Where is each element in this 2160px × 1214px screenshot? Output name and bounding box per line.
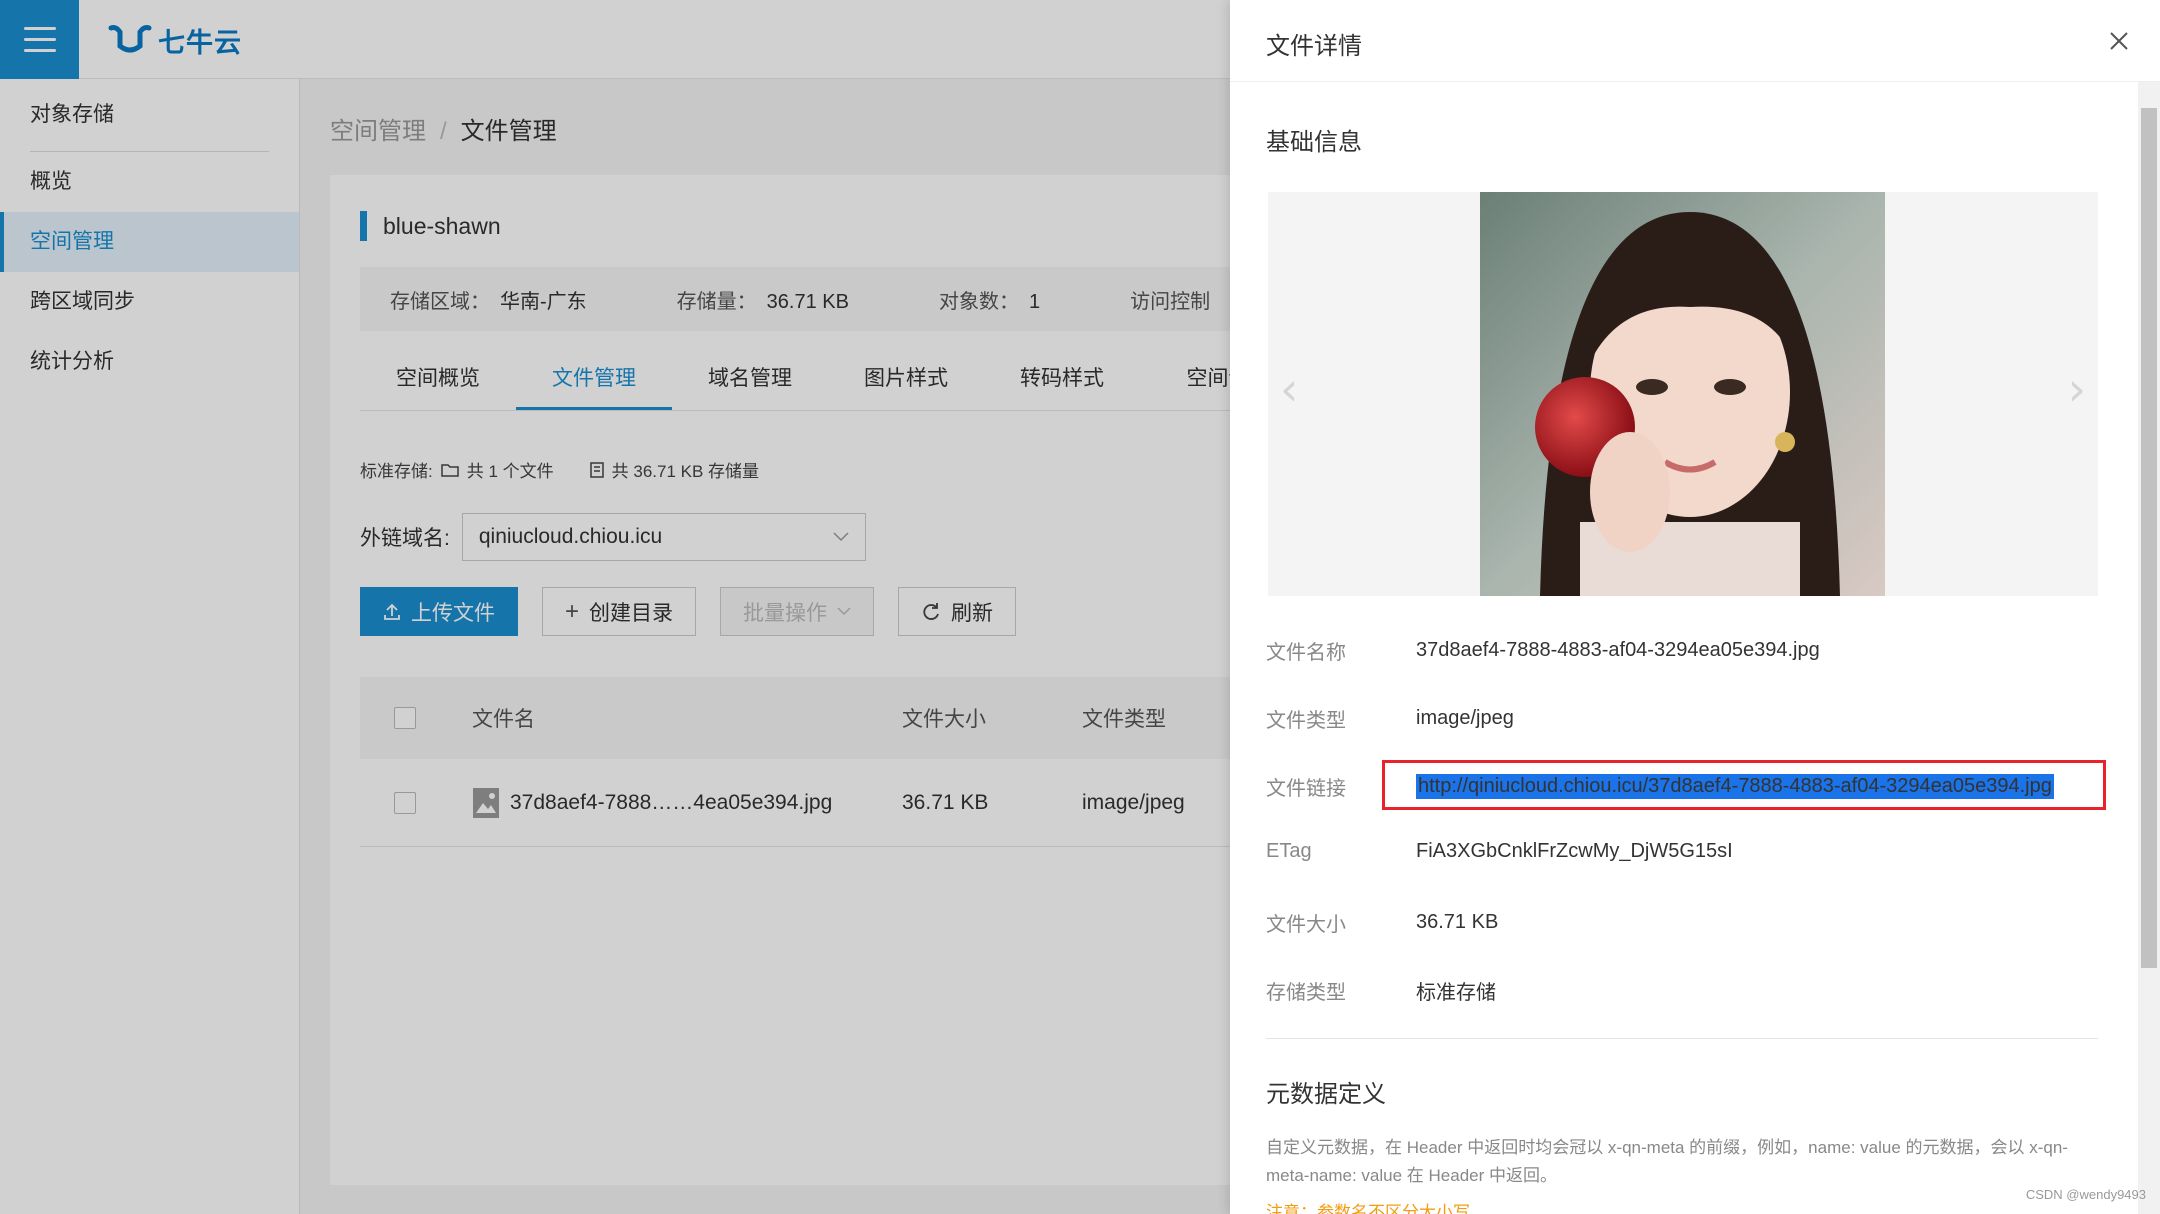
close-icon[interactable] xyxy=(2104,26,2134,56)
modal-overlay[interactable] xyxy=(0,0,1230,1214)
field-file-name: 文件名称 37d8aef4-7888-4883-af04-3294ea05e39… xyxy=(1266,639,1820,664)
chevron-left-icon[interactable]: ‹ xyxy=(1280,362,1298,416)
field-etag: ETag FiA3XGbCnklFrZcwMy_DjW5G15sI xyxy=(1266,840,1733,862)
metadata-title: 元数据定义 xyxy=(1266,1081,1386,1108)
file-details-drawer: 文件详情 ▲ 基础信息 ‹ › xyxy=(1230,0,2160,1214)
scrollbar-thumb[interactable] xyxy=(2141,108,2157,968)
preview-photo xyxy=(1480,192,1885,596)
watermark: CSDN @wendy9493 xyxy=(2025,1187,2146,1202)
metadata-note: 注意：参数名不区分大小写 xyxy=(1266,1203,1470,1214)
field-file-size: 文件大小 36.71 KB xyxy=(1266,911,1499,936)
field-storage-type: 存储类型 标准存储 xyxy=(1266,982,1496,1004)
basic-info-title: 基础信息 xyxy=(1266,129,1362,156)
image-preview: ‹ › xyxy=(1268,192,2098,596)
metadata-description: 自定义元数据，在 Header 中返回时均会冠以 x-qn-meta 的前缀，例… xyxy=(1266,1138,2068,1185)
drawer-header: 文件详情 xyxy=(1230,0,2160,82)
drawer-title: 文件详情 xyxy=(1266,33,1362,60)
section-divider xyxy=(1266,1038,2098,1039)
field-file-type: 文件类型 image/jpeg xyxy=(1266,707,1514,732)
chevron-right-icon[interactable]: › xyxy=(2068,362,2086,416)
highlight-box xyxy=(1382,760,2106,810)
